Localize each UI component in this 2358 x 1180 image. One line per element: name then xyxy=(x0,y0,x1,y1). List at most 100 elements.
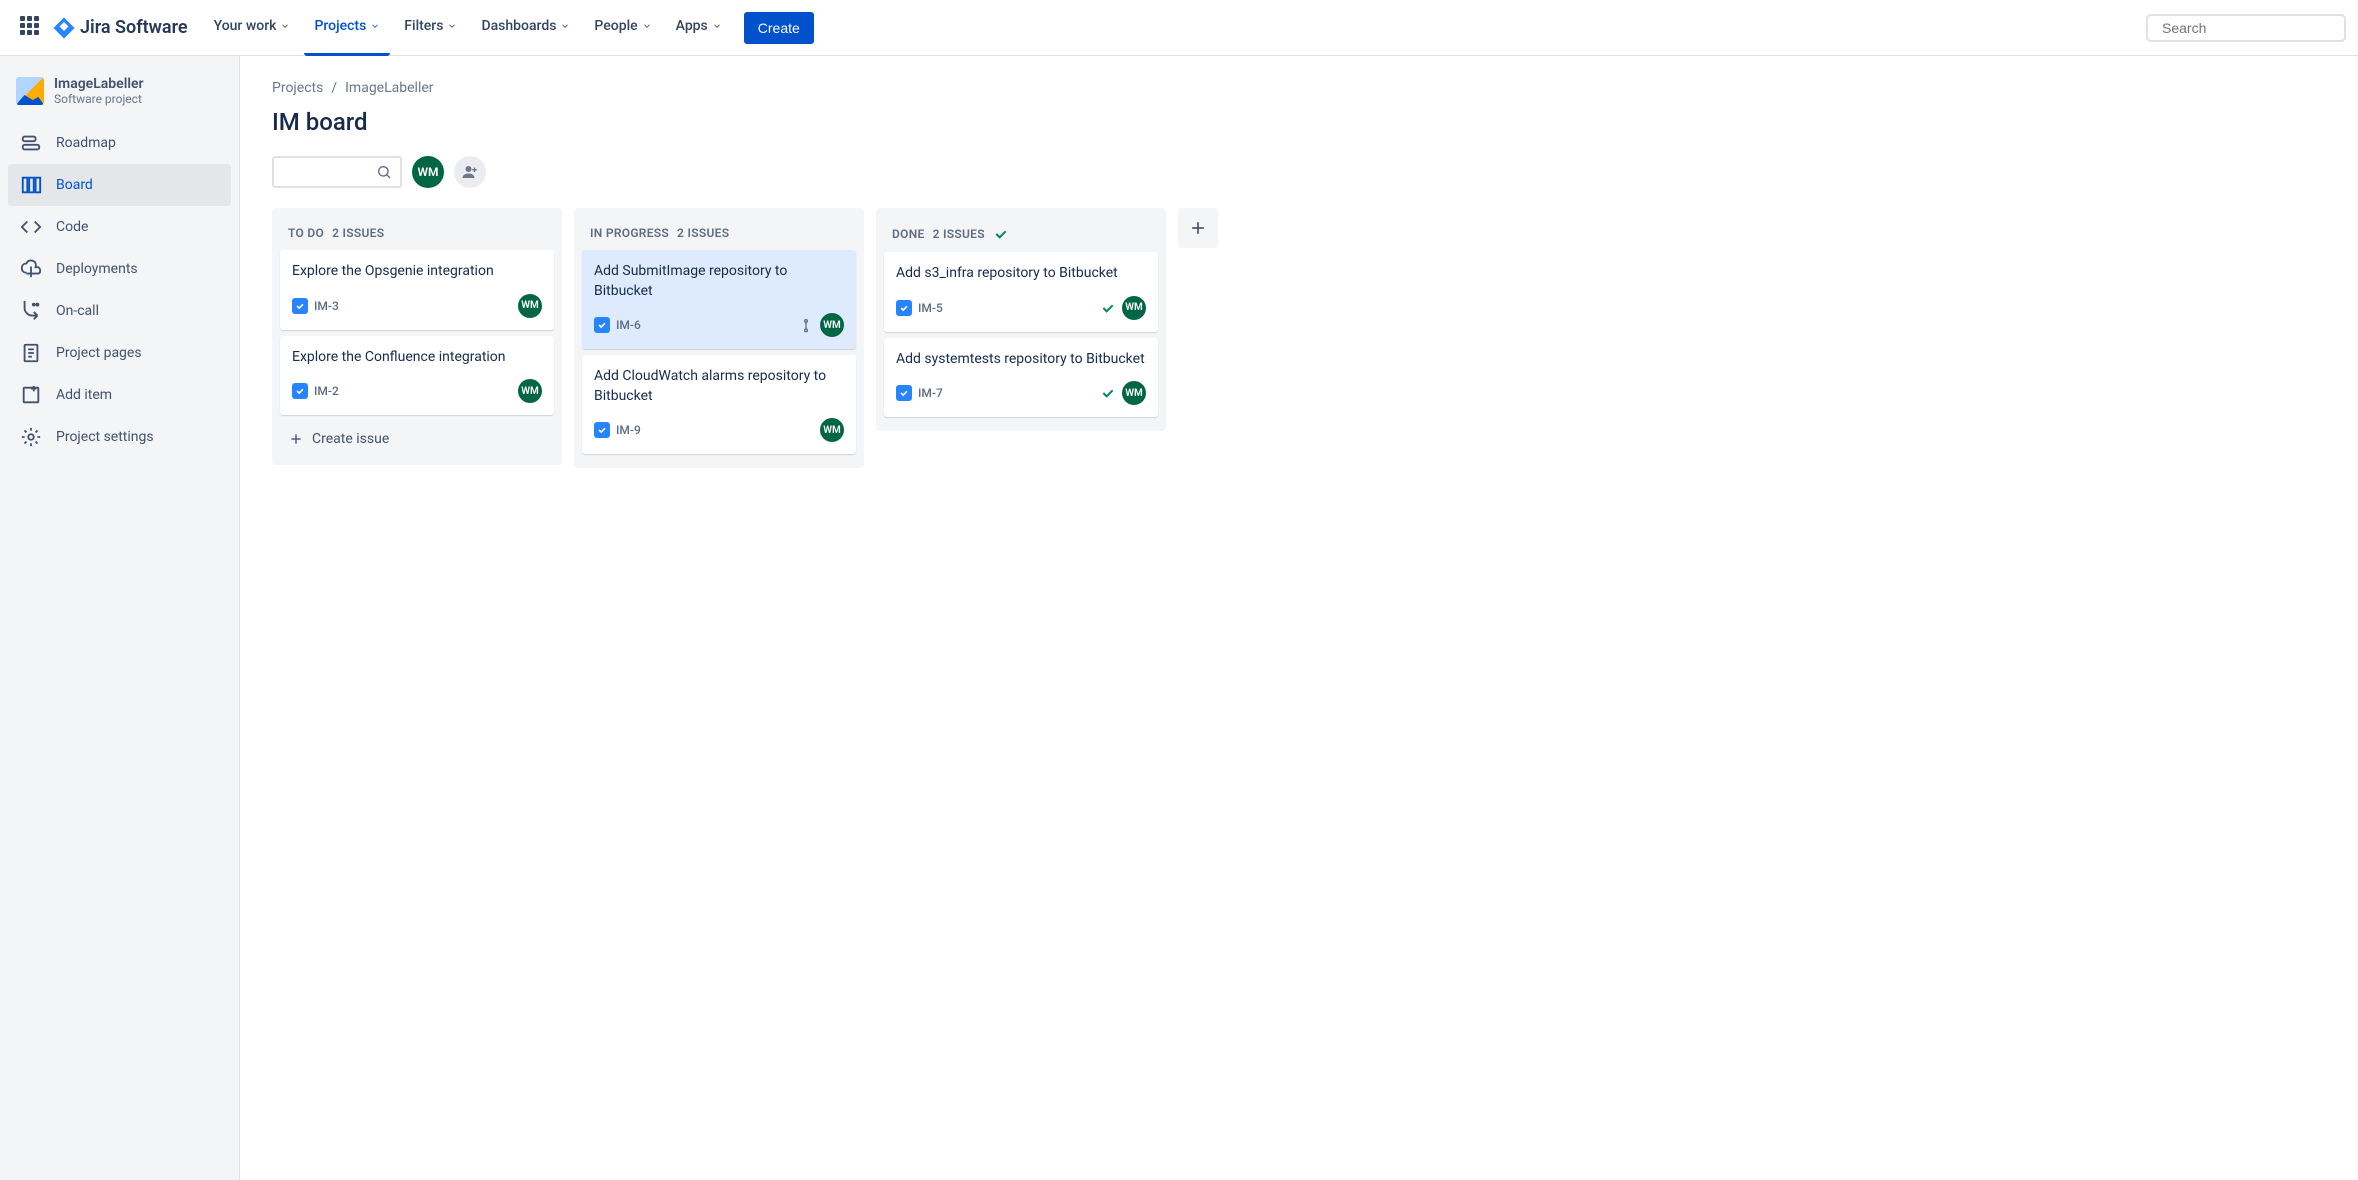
issue-card[interactable]: Add systemtests repository to Bitbucket I… xyxy=(884,338,1158,418)
nav-projects[interactable]: Projects xyxy=(304,0,390,56)
assignee-avatar[interactable]: WM xyxy=(1122,381,1146,405)
nav-label: Projects xyxy=(314,18,366,34)
card-title: Add systemtests repository to Bitbucket xyxy=(896,350,1146,370)
column-count: 2 ISSUES xyxy=(332,226,384,240)
issue-key: IM-3 xyxy=(314,299,339,313)
nav-filters[interactable]: Filters xyxy=(394,0,467,56)
project-type: Software project xyxy=(54,92,144,106)
issue-key: IM-7 xyxy=(918,386,943,400)
issue-card[interactable]: Explore the Confluence integration IM-2 WM xyxy=(280,336,554,416)
jira-logo[interactable]: Jira Software xyxy=(52,16,188,40)
task-type-icon xyxy=(594,317,610,333)
search-icon xyxy=(376,164,392,180)
sidebar-item-board[interactable]: Board xyxy=(8,164,231,206)
add-column-button[interactable] xyxy=(1178,208,1218,248)
sidebar-icon xyxy=(20,132,42,154)
sidebar-icon xyxy=(20,342,42,364)
issue-card[interactable]: Add s3_infra repository to Bitbucket IM-5… xyxy=(884,252,1158,332)
issue-key: IM-2 xyxy=(314,384,339,398)
assignee-avatar[interactable]: WM xyxy=(820,313,844,337)
sidebar-icon xyxy=(20,174,42,196)
nav-your-work[interactable]: Your work xyxy=(204,0,301,56)
breadcrumb-projects[interactable]: Projects xyxy=(272,80,323,96)
sidebar-item-label: Board xyxy=(56,177,93,193)
add-person-icon xyxy=(461,163,479,181)
issue-card[interactable]: Explore the Opsgenie integration IM-3 WM xyxy=(280,250,554,330)
create-issue-label: Create issue xyxy=(312,431,389,447)
issue-card[interactable]: Add CloudWatch alarms repository to Bitb… xyxy=(582,355,856,454)
sidebar-item-label: Project pages xyxy=(56,345,142,361)
breadcrumb-separator: / xyxy=(331,80,337,96)
card-title: Add s3_infra repository to Bitbucket xyxy=(896,264,1146,284)
board-controls: WM xyxy=(272,156,2326,188)
sidebar-item-on-call[interactable]: On-call xyxy=(8,290,231,332)
column-count: 2 ISSUES xyxy=(677,226,729,240)
sidebar-icon xyxy=(20,426,42,448)
add-people-button[interactable] xyxy=(454,156,486,188)
sidebar-item-label: Roadmap xyxy=(56,135,116,151)
issue-card[interactable]: Add SubmitImage repository to Bitbucket I… xyxy=(582,250,856,349)
card-title: Add SubmitImage repository to Bitbucket xyxy=(594,262,844,301)
card-title: Add CloudWatch alarms repository to Bitb… xyxy=(594,367,844,406)
sidebar-item-code[interactable]: Code xyxy=(8,206,231,248)
sidebar-item-label: Add item xyxy=(56,387,112,403)
card-title: Explore the Confluence integration xyxy=(292,348,542,368)
plus-icon xyxy=(1188,218,1208,238)
nav-dashboards[interactable]: Dashboards xyxy=(471,0,580,56)
task-type-icon xyxy=(292,383,308,399)
done-check-icon xyxy=(1100,300,1116,316)
sidebar-item-roadmap[interactable]: Roadmap xyxy=(8,122,231,164)
nav-label: Your work xyxy=(214,18,277,34)
sidebar-icon xyxy=(20,384,42,406)
filter-avatar-wm[interactable]: WM xyxy=(412,156,444,188)
sidebar-item-label: Deployments xyxy=(56,261,138,277)
assignee-avatar[interactable]: WM xyxy=(518,294,542,318)
issue-key: IM-5 xyxy=(918,301,943,315)
assignee-avatar[interactable]: WM xyxy=(518,379,542,403)
sidebar-item-project-settings[interactable]: Project settings xyxy=(8,416,231,458)
column-done: DONE 2 ISSUESAdd s3_infra repository to … xyxy=(876,208,1166,431)
sidebar-item-project-pages[interactable]: Project pages xyxy=(8,332,231,374)
column-header: TO DO 2 ISSUES xyxy=(280,216,554,250)
sidebar: ImageLabeller Software project Roadmap Bo… xyxy=(0,56,240,1180)
breadcrumb-project[interactable]: ImageLabeller xyxy=(345,80,433,96)
project-header[interactable]: ImageLabeller Software project xyxy=(8,76,231,122)
task-type-icon xyxy=(896,300,912,316)
sidebar-item-label: Code xyxy=(56,219,88,235)
assignee-avatar[interactable]: WM xyxy=(820,418,844,442)
column-name: IN PROGRESS xyxy=(590,226,669,240)
project-name: ImageLabeller xyxy=(54,76,144,92)
sidebar-item-deployments[interactable]: Deployments xyxy=(8,248,231,290)
nav-label: Filters xyxy=(404,18,443,34)
board-search[interactable] xyxy=(272,156,402,188)
nav-label: People xyxy=(594,18,637,34)
column-count: 2 ISSUES xyxy=(933,227,985,241)
nav-apps[interactable]: Apps xyxy=(666,0,732,56)
nav-label: Apps xyxy=(676,18,708,34)
page-title: IM board xyxy=(272,108,2326,136)
issue-key: IM-9 xyxy=(616,423,641,437)
search-input[interactable] xyxy=(2162,20,2343,36)
logo-text: Jira Software xyxy=(80,17,188,38)
assignee-avatar[interactable]: WM xyxy=(1122,296,1146,320)
jira-logo-icon xyxy=(52,16,76,40)
global-search[interactable] xyxy=(2146,14,2346,42)
nav-label: Dashboards xyxy=(481,18,556,34)
sidebar-item-add-item[interactable]: Add item xyxy=(8,374,231,416)
create-button[interactable]: Create xyxy=(744,12,814,44)
kanban-board: TO DO 2 ISSUESExplore the Opsgenie integ… xyxy=(272,208,2326,468)
main-content: Projects / ImageLabeller IM board WM TO … xyxy=(240,56,2358,1180)
issue-key: IM-6 xyxy=(616,318,641,332)
column-header: IN PROGRESS 2 ISSUES xyxy=(582,216,856,250)
nav-people[interactable]: People xyxy=(584,0,661,56)
card-title: Explore the Opsgenie integration xyxy=(292,262,542,282)
app-switcher-icon[interactable] xyxy=(20,16,44,40)
sidebar-item-label: On-call xyxy=(56,303,99,319)
sidebar-icon xyxy=(20,258,42,280)
column-header: DONE 2 ISSUES xyxy=(884,216,1158,252)
priority-icon xyxy=(798,317,814,333)
breadcrumb: Projects / ImageLabeller xyxy=(272,80,2326,96)
create-issue-button[interactable]: Create issue xyxy=(280,421,554,457)
sidebar-icon xyxy=(20,300,42,322)
sidebar-icon xyxy=(20,216,42,238)
